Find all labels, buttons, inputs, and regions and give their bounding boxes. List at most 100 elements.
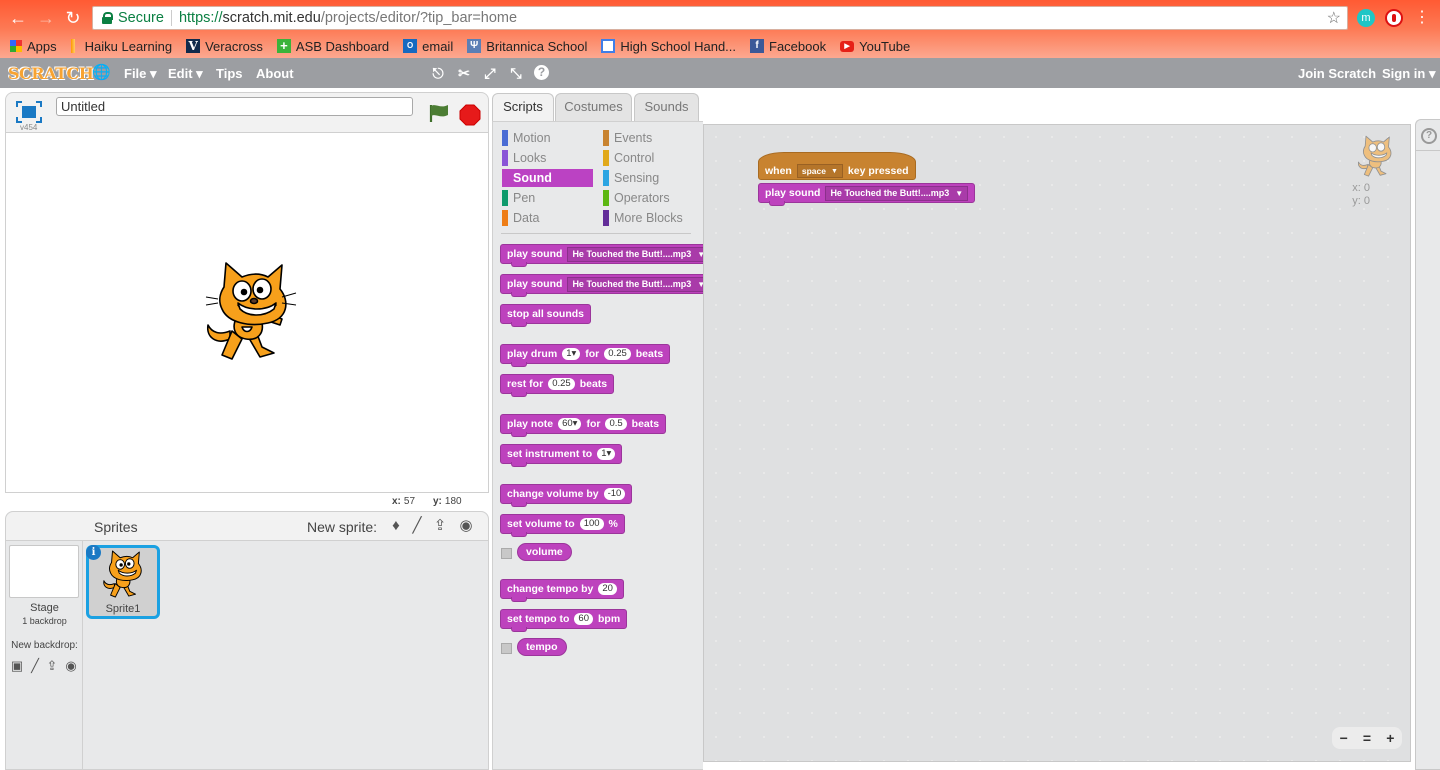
category-control[interactable]: Control bbox=[603, 149, 654, 167]
mouse-y-readout: y: 180 bbox=[433, 496, 462, 507]
bookmark-email[interactable]: O email bbox=[403, 39, 453, 54]
bookmark-youtube[interactable]: ▶ YouTube bbox=[840, 39, 910, 54]
stop-sign-icon[interactable] bbox=[459, 104, 481, 126]
block-set-instrument[interactable]: set instrument to 1▾ bbox=[500, 444, 623, 467]
join-scratch-link[interactable]: Join Scratch bbox=[1298, 66, 1376, 81]
sound-dropdown[interactable]: He Touched the Butt!....mp3 ▼ bbox=[567, 276, 711, 292]
tab-costumes[interactable]: Costumes bbox=[555, 93, 632, 121]
reload-button[interactable]: ↻ bbox=[63, 8, 83, 28]
block-help-icon[interactable]: ? bbox=[534, 65, 549, 80]
grow-icon[interactable]: ⤢ bbox=[482, 65, 498, 81]
block-change-tempo[interactable]: change tempo by 20 bbox=[500, 579, 624, 602]
category-operators[interactable]: Operators bbox=[603, 189, 670, 207]
block-rest-for[interactable]: rest for 0.25 beats bbox=[500, 374, 615, 397]
back-button[interactable]: ← bbox=[8, 8, 28, 28]
help-icon[interactable]: ? bbox=[1421, 128, 1437, 144]
bookmark-high-school-handbook[interactable]: High School Hand... bbox=[601, 39, 736, 54]
tempo-input[interactable]: 60 bbox=[574, 613, 593, 625]
browser-menu-icon[interactable]: ⋮ bbox=[1412, 8, 1432, 28]
block-play-sound-until-done[interactable]: play sound He Touched the Butt!....mp3 ▼ bbox=[500, 274, 711, 297]
file-menu[interactable]: File ▾ bbox=[124, 66, 157, 82]
script-sound-dropdown[interactable]: He Touched the Butt!....mp3 ▼ bbox=[825, 185, 969, 201]
forward-button[interactable]: → bbox=[36, 8, 56, 28]
bookmark-apps[interactable]: Apps bbox=[10, 39, 57, 54]
sprite-tile[interactable]: i Sprite1 bbox=[86, 545, 160, 619]
bookmark-star-icon[interactable]: ☆ bbox=[1327, 8, 1341, 28]
note-beats-input[interactable]: 0.5 bbox=[605, 418, 627, 430]
script-play-sound-block[interactable]: play sound He Touched the Butt!....mp3 ▼ bbox=[758, 183, 976, 206]
camera-backdrop-icon[interactable]: ◉ bbox=[63, 659, 79, 673]
stage-header: v454 bbox=[5, 92, 489, 132]
volume-delta-input[interactable]: -10 bbox=[603, 488, 626, 500]
backdrop-library-icon[interactable]: ▣ bbox=[9, 659, 25, 673]
key-dropdown[interactable]: space ▼ bbox=[796, 164, 843, 178]
block-stop-all-sounds[interactable]: stop all sounds bbox=[500, 304, 592, 327]
shrink-icon[interactable]: ⤡ bbox=[508, 65, 524, 81]
tips-link[interactable]: Tips bbox=[216, 66, 243, 81]
category-pen[interactable]: Pen bbox=[502, 189, 535, 207]
tab-sounds[interactable]: Sounds bbox=[634, 93, 699, 121]
project-title-input[interactable] bbox=[56, 97, 413, 116]
about-link[interactable]: About bbox=[256, 66, 294, 81]
paint-brush-icon[interactable]: ╱ bbox=[408, 517, 426, 535]
facebook-icon: f bbox=[750, 39, 765, 53]
extension-m-icon[interactable]: m bbox=[1357, 9, 1375, 27]
volume-monitor-checkbox[interactable] bbox=[501, 548, 512, 559]
stage-canvas[interactable] bbox=[5, 132, 489, 493]
scratch-logo[interactable]: SCRATCH bbox=[8, 64, 94, 83]
category-events[interactable]: Events bbox=[603, 129, 652, 147]
bookmark-haiku[interactable]: Haiku Learning bbox=[70, 39, 172, 54]
reporter-volume[interactable]: volume bbox=[517, 543, 572, 561]
tab-scripts[interactable]: Scripts bbox=[492, 93, 554, 123]
delete-scissors-icon[interactable]: ✂ bbox=[456, 65, 472, 81]
upload-backdrop-icon[interactable]: ⇪ bbox=[44, 659, 60, 673]
category-sound[interactable]: Sound bbox=[502, 169, 593, 187]
stage-thumbnail[interactable] bbox=[9, 545, 79, 598]
tempo-monitor-checkbox[interactable] bbox=[501, 643, 512, 654]
url-text[interactable]: https://scratch.mit.edu/projects/editor/… bbox=[179, 10, 517, 26]
zoom-in-icon[interactable]: + bbox=[1379, 727, 1402, 749]
instrument-input[interactable]: 1▾ bbox=[597, 448, 616, 460]
rest-beats-input[interactable]: 0.25 bbox=[548, 378, 575, 390]
block-change-volume[interactable]: change volume by -10 bbox=[500, 484, 633, 507]
scripts-workspace[interactable]: when space ▼ key pressed play sound He To… bbox=[703, 124, 1411, 762]
block-play-note[interactable]: play note 60▾ for 0.5 beats bbox=[500, 414, 667, 437]
tempo-delta-input[interactable]: 20 bbox=[598, 583, 617, 595]
note-input[interactable]: 60▾ bbox=[558, 418, 582, 430]
globe-icon[interactable]: 🌐 bbox=[92, 65, 111, 81]
sound-dropdown[interactable]: He Touched the Butt!....mp3 ▼ bbox=[567, 246, 711, 262]
cat-sprite-icon[interactable] bbox=[202, 261, 298, 365]
drum-input[interactable]: 1▾ bbox=[562, 348, 581, 360]
block-set-volume[interactable]: set volume to 100 % bbox=[500, 514, 625, 537]
sign-in-menu[interactable]: Sign in ▾ bbox=[1382, 66, 1435, 82]
volume-input[interactable]: 100 bbox=[579, 518, 604, 530]
paint-backdrop-icon[interactable]: ╱ bbox=[27, 659, 43, 673]
camera-icon[interactable]: ◉ bbox=[457, 517, 475, 535]
zoom-reset-icon[interactable]: = bbox=[1355, 727, 1378, 749]
bookmark-facebook[interactable]: f Facebook bbox=[750, 39, 826, 54]
category-sensing[interactable]: Sensing bbox=[603, 169, 659, 187]
category-more-blocks[interactable]: More Blocks bbox=[603, 209, 683, 227]
category-motion[interactable]: Motion bbox=[502, 129, 551, 147]
edit-menu[interactable]: Edit ▾ bbox=[168, 66, 203, 82]
adblock-icon[interactable] bbox=[1385, 9, 1403, 27]
duplicate-stamp-icon[interactable]: ⎋ bbox=[430, 65, 446, 81]
bookmark-britannica[interactable]: Ψ Britannica School bbox=[467, 39, 587, 54]
choose-sprite-library-icon[interactable]: ♦ bbox=[387, 517, 405, 535]
category-data[interactable]: Data bbox=[502, 209, 539, 227]
fullscreen-icon[interactable] bbox=[16, 101, 42, 123]
bookmark-veracross[interactable]: V Veracross bbox=[186, 39, 263, 54]
block-play-sound[interactable]: play sound He Touched the Butt!....mp3 ▼ bbox=[500, 244, 711, 267]
block-set-tempo[interactable]: set tempo to 60 bpm bbox=[500, 609, 628, 632]
reporter-tempo[interactable]: tempo bbox=[517, 638, 567, 656]
category-looks[interactable]: Looks bbox=[502, 149, 546, 167]
bookmark-asb-dashboard[interactable]: + ASB Dashboard bbox=[276, 39, 389, 54]
upload-sprite-icon[interactable]: ⇪ bbox=[431, 517, 449, 535]
when-key-pressed-hat-block[interactable]: when space ▼ key pressed bbox=[758, 152, 916, 180]
drum-beats-input[interactable]: 0.25 bbox=[604, 348, 631, 360]
info-icon[interactable]: i bbox=[86, 545, 101, 560]
green-flag-icon[interactable] bbox=[428, 103, 450, 123]
address-bar[interactable]: Secure https://scratch.mit.edu/projects/… bbox=[92, 6, 1348, 30]
zoom-out-icon[interactable]: − bbox=[1332, 727, 1355, 749]
block-play-drum[interactable]: play drum 1▾ for 0.25 beats bbox=[500, 344, 671, 367]
